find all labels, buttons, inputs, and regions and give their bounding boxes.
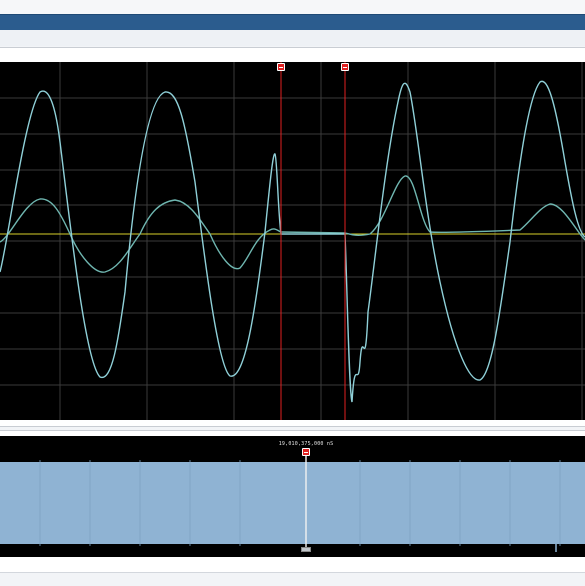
status-strip: [0, 572, 585, 586]
waveform-plot[interactable]: [0, 62, 585, 420]
overview-flag-icon[interactable]: [302, 448, 310, 456]
overview-cursor-handle[interactable]: [301, 547, 311, 552]
cursor-2-flag-icon[interactable]: [341, 63, 349, 71]
overview-wave-block: [0, 462, 585, 544]
overview-timestamp: 19,010,375,000 nS: [278, 441, 334, 447]
top-toolbar-strip: [0, 0, 585, 15]
window-title-bar: [0, 14, 585, 31]
toolbar-area: [0, 30, 585, 46]
cursor-1-flag-icon[interactable]: [277, 63, 285, 71]
overview-waveform[interactable]: [0, 436, 585, 557]
